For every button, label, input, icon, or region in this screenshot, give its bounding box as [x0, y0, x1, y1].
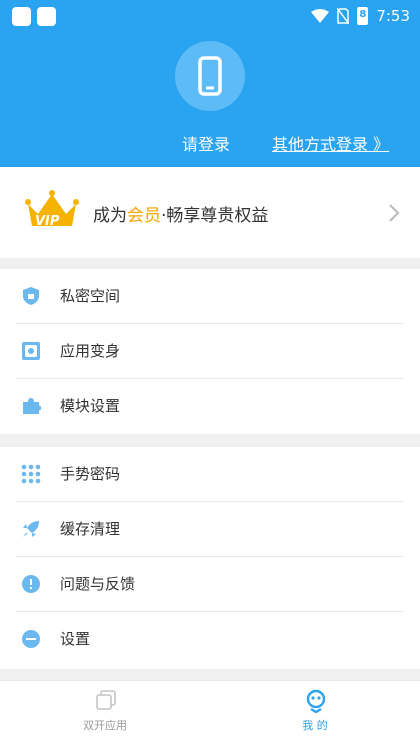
menu-item-private-space[interactable]: 私密空间	[0, 269, 420, 324]
dual-app-icon	[96, 690, 116, 710]
no-sim-icon	[337, 8, 350, 24]
shield-icon	[23, 287, 39, 305]
gesture-grid-icon	[21, 464, 41, 484]
puzzle-icon	[23, 398, 41, 414]
menu-item-label: 模块设置	[60, 397, 121, 415]
vip-title: 成为会员·畅享尊贵权益	[93, 206, 269, 226]
other-login-link[interactable]: 其他方式登录 》	[272, 131, 389, 155]
disguise-icon	[22, 342, 40, 360]
menu-item-feedback[interactable]: 问题与反馈	[0, 557, 420, 612]
menu-item-cache-clean[interactable]: 缓存清理	[0, 502, 420, 557]
profile-icon	[306, 689, 326, 713]
menu-item-label: 私密空间	[60, 287, 121, 305]
menu-item-label: 设置	[60, 630, 91, 648]
menu-item-gesture-password[interactable]: 手势密码	[0, 447, 420, 502]
menu-item-label: 问题与反馈	[60, 575, 136, 593]
phone-icon	[198, 56, 222, 96]
notification-icon	[12, 7, 31, 26]
tab-label: 我 的	[302, 719, 328, 732]
status-bar: 8 7:53	[0, 0, 420, 32]
vip-banner[interactable]: VIP 成为会员·畅享尊贵权益	[0, 167, 420, 258]
menu-item-label: 缓存清理	[60, 520, 121, 538]
vip-badge: VIP	[35, 214, 60, 229]
avatar[interactable]	[175, 41, 245, 111]
menu-item-module-settings[interactable]: 模块设置	[0, 379, 420, 434]
menu-item-label: 手势密码	[60, 465, 121, 483]
login-link[interactable]: 请登录	[182, 131, 230, 155]
tab-mine[interactable]: 我 的	[210, 681, 420, 740]
tab-label: 双开应用	[83, 719, 127, 732]
menu-group-2: 手势密码 缓存清理 问题与反馈 设置	[0, 447, 420, 669]
rocket-icon	[23, 521, 39, 537]
tab-bar: 双开应用 我 的	[0, 680, 420, 740]
battery-level: 8	[359, 9, 367, 20]
chevron-right-icon	[389, 204, 400, 222]
menu-group-1: 私密空间 应用变身 模块设置	[0, 269, 420, 434]
feedback-icon	[22, 575, 40, 593]
header: 8 7:53 请登录 其他方式登录 》	[0, 0, 420, 167]
battery-icon: 8	[357, 7, 369, 25]
wifi-icon	[311, 9, 330, 23]
clock: 7:53	[376, 7, 410, 25]
menu-item-app-disguise[interactable]: 应用变身	[0, 324, 420, 379]
menu-item-settings[interactable]: 设置	[0, 612, 420, 667]
settings-icon	[22, 630, 40, 648]
notification-icon	[37, 7, 56, 26]
menu-item-label: 应用变身	[60, 342, 121, 360]
tab-dual-apps[interactable]: 双开应用	[0, 681, 210, 740]
